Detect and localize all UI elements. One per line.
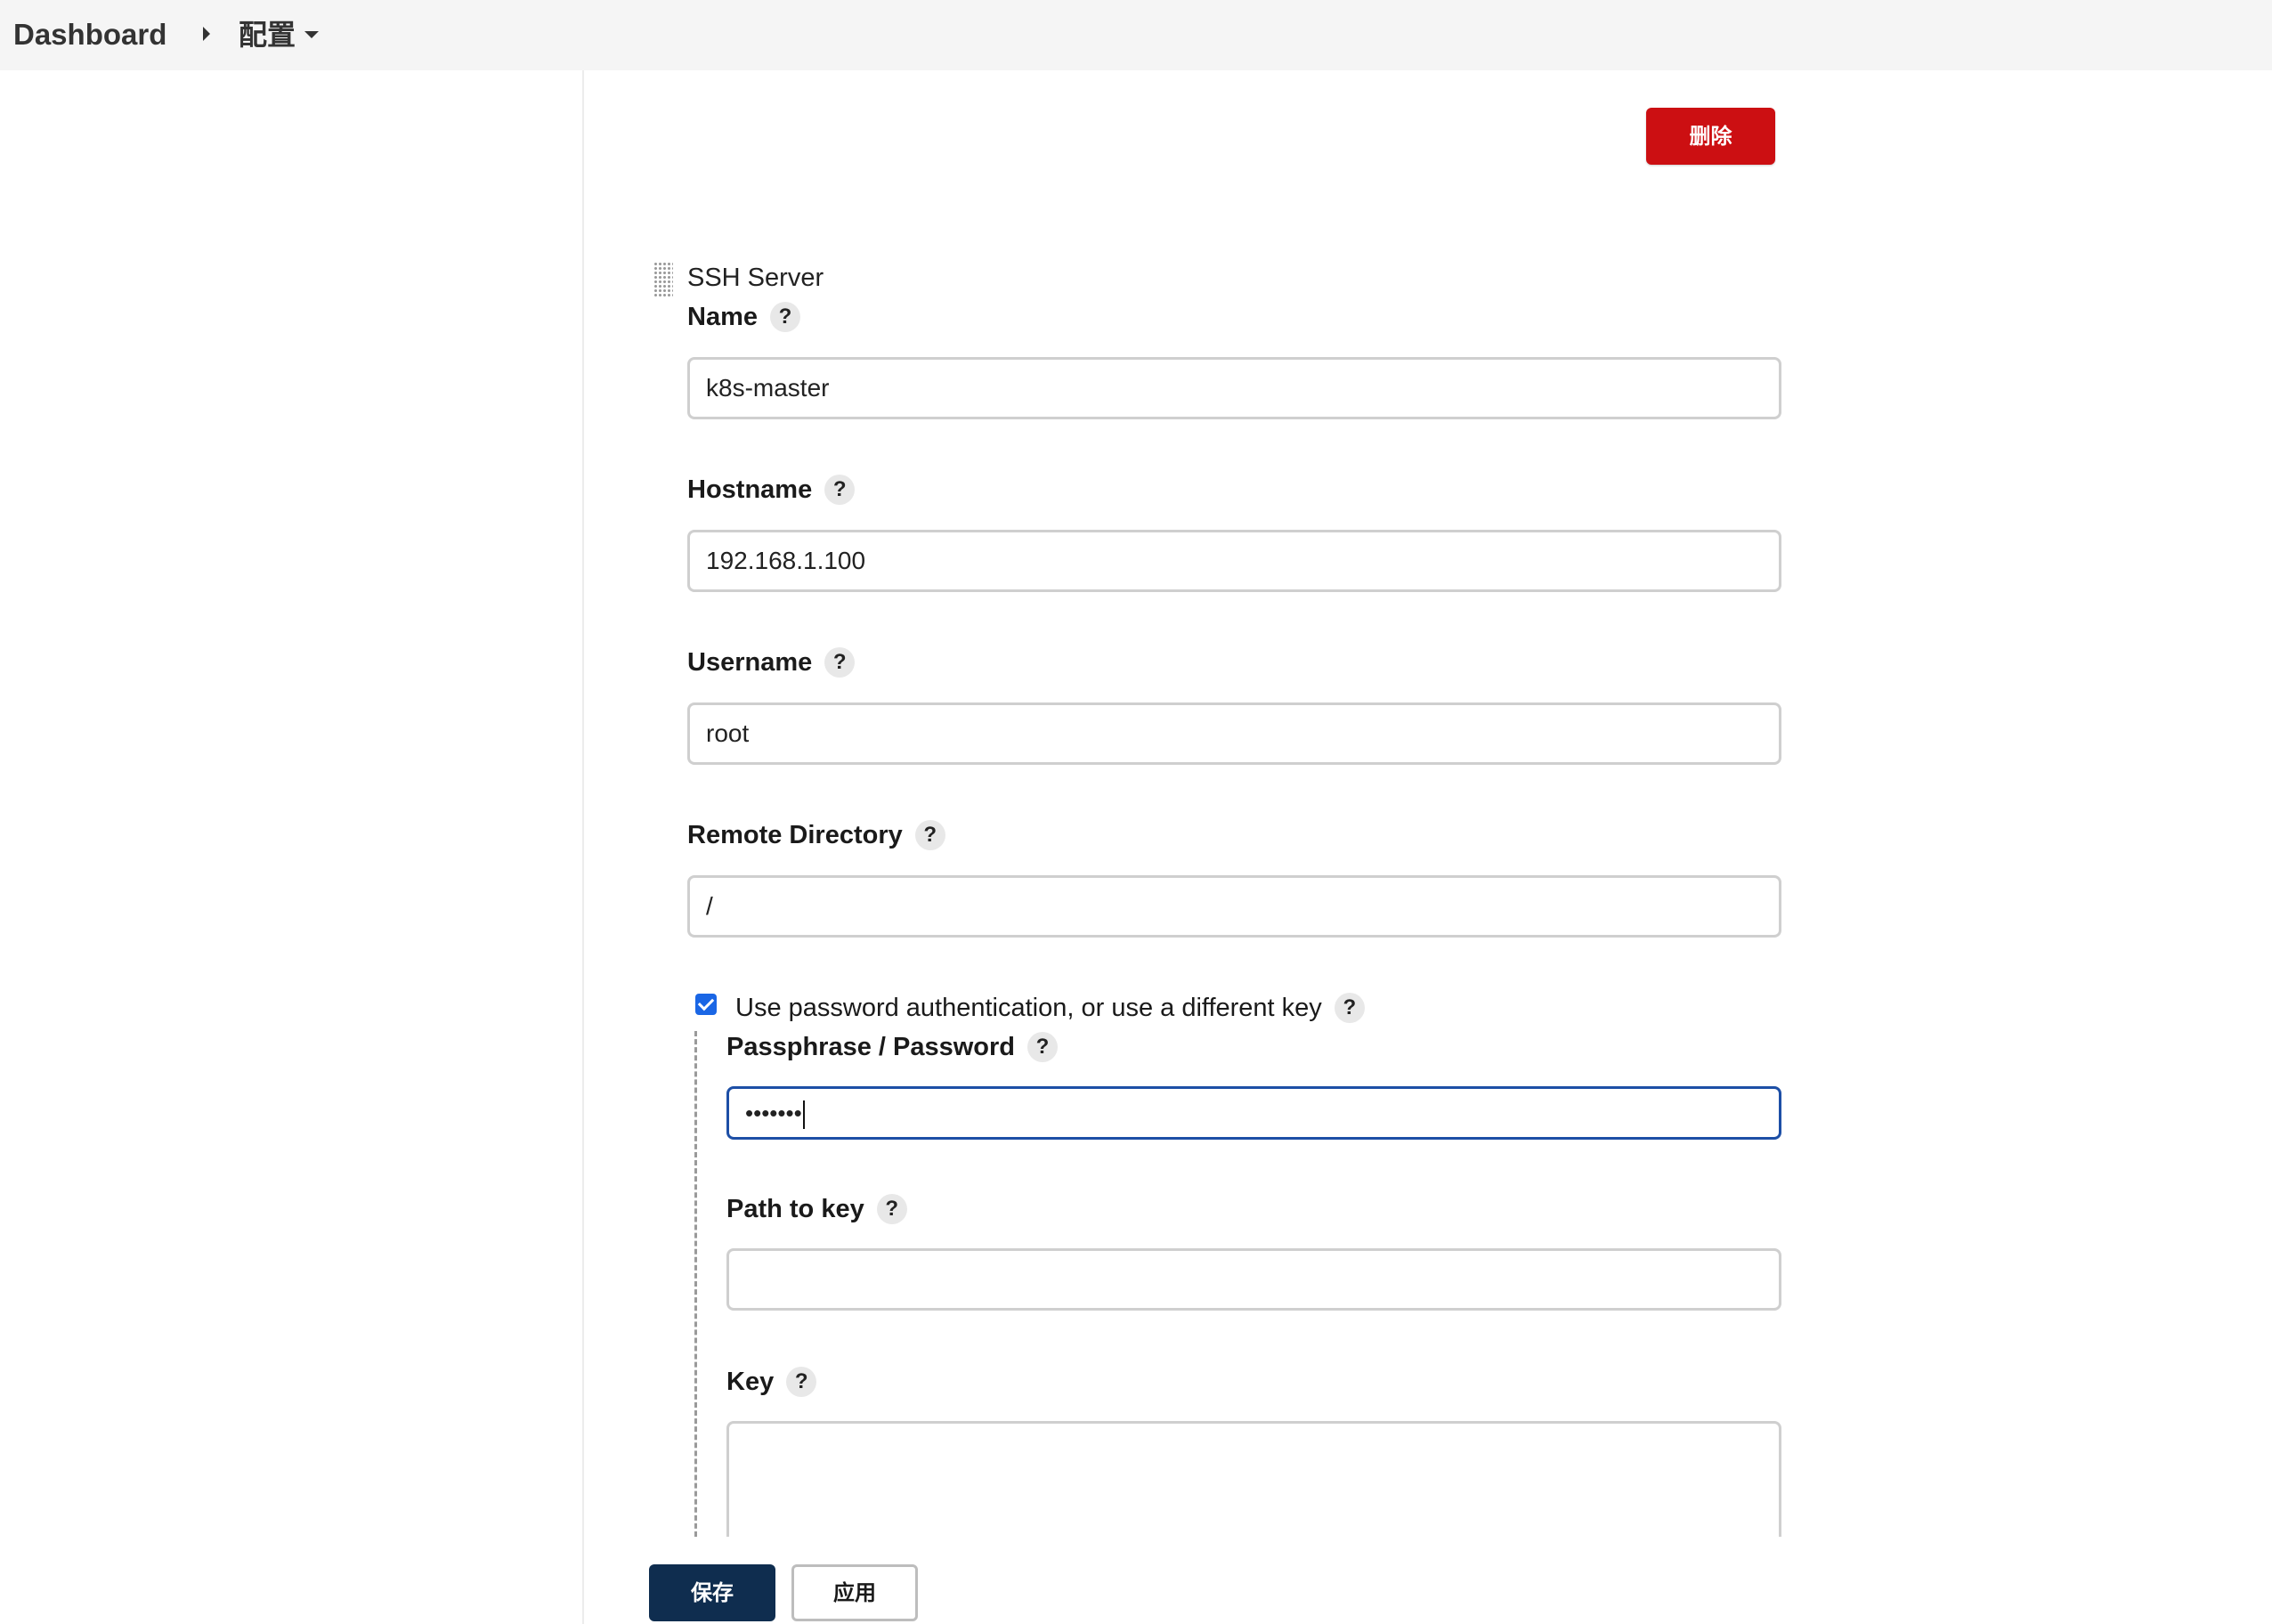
- text-cursor: [802, 1100, 805, 1129]
- username-label-text: Username: [687, 648, 813, 677]
- caret-down-icon: [304, 31, 320, 38]
- breadcrumb-dashboard-link[interactable]: Dashboard: [13, 17, 166, 53]
- path-to-key-label: Path to key ?: [726, 1193, 907, 1225]
- section-title: SSH Server: [687, 264, 824, 292]
- name-input[interactable]: k8s-master: [687, 357, 1781, 419]
- breadcrumb-config-dropdown[interactable]: 配置: [239, 17, 320, 53]
- help-icon[interactable]: ?: [824, 475, 856, 505]
- help-icon[interactable]: ?: [1027, 1032, 1058, 1062]
- name-label-text: Name: [687, 303, 758, 331]
- hostname-label: Hostname ?: [687, 474, 856, 506]
- path-to-key-label-text: Path to key: [726, 1195, 864, 1223]
- key-label-text: Key: [726, 1368, 775, 1396]
- use-password-label-text: Use password authentication, or use a di…: [735, 994, 1322, 1022]
- sidebar-divider: [582, 70, 584, 1624]
- remote-directory-input[interactable]: /: [687, 875, 1781, 938]
- path-to-key-input[interactable]: [726, 1248, 1781, 1311]
- drag-handle-icon[interactable]: [653, 262, 673, 297]
- caret-right-icon: [203, 27, 210, 41]
- help-icon[interactable]: ?: [770, 302, 800, 332]
- hostname-input[interactable]: 192.168.1.100: [687, 530, 1781, 592]
- breadcrumb-config-label: 配置: [239, 19, 296, 51]
- use-password-label: Use password authentication, or use a di…: [735, 992, 1365, 1024]
- key-label: Key ?: [726, 1366, 817, 1398]
- remote-directory-label: Remote Directory ?: [687, 819, 945, 851]
- nested-options-rule: [694, 1031, 697, 1537]
- remote-directory-label-text: Remote Directory: [687, 821, 903, 849]
- jenkins-config-page: Dashboard 配置 删除 SSH Server Name ? k8s-ma…: [0, 0, 2272, 1624]
- save-button[interactable]: 保存: [649, 1564, 775, 1621]
- use-password-checkbox[interactable]: [695, 994, 717, 1015]
- username-input[interactable]: root: [687, 702, 1781, 765]
- passphrase-input[interactable]: •••••••: [726, 1086, 1781, 1140]
- name-label: Name ?: [687, 301, 800, 333]
- breadcrumb-bar: Dashboard 配置: [0, 0, 2272, 70]
- help-icon[interactable]: ?: [876, 1194, 907, 1224]
- help-icon[interactable]: ?: [824, 647, 856, 678]
- username-label: Username ?: [687, 646, 856, 678]
- help-icon[interactable]: ?: [786, 1367, 817, 1397]
- passphrase-label: Passphrase / Password ?: [726, 1031, 1058, 1063]
- passphrase-masked-value: •••••••: [745, 1100, 802, 1126]
- help-icon[interactable]: ?: [914, 820, 945, 850]
- key-textarea[interactable]: [726, 1421, 1781, 1537]
- passphrase-label-text: Passphrase / Password: [726, 1033, 1015, 1061]
- apply-button[interactable]: 应用: [791, 1564, 918, 1621]
- help-icon[interactable]: ?: [1334, 993, 1365, 1023]
- hostname-label-text: Hostname: [687, 475, 813, 504]
- delete-button[interactable]: 删除: [1646, 108, 1775, 165]
